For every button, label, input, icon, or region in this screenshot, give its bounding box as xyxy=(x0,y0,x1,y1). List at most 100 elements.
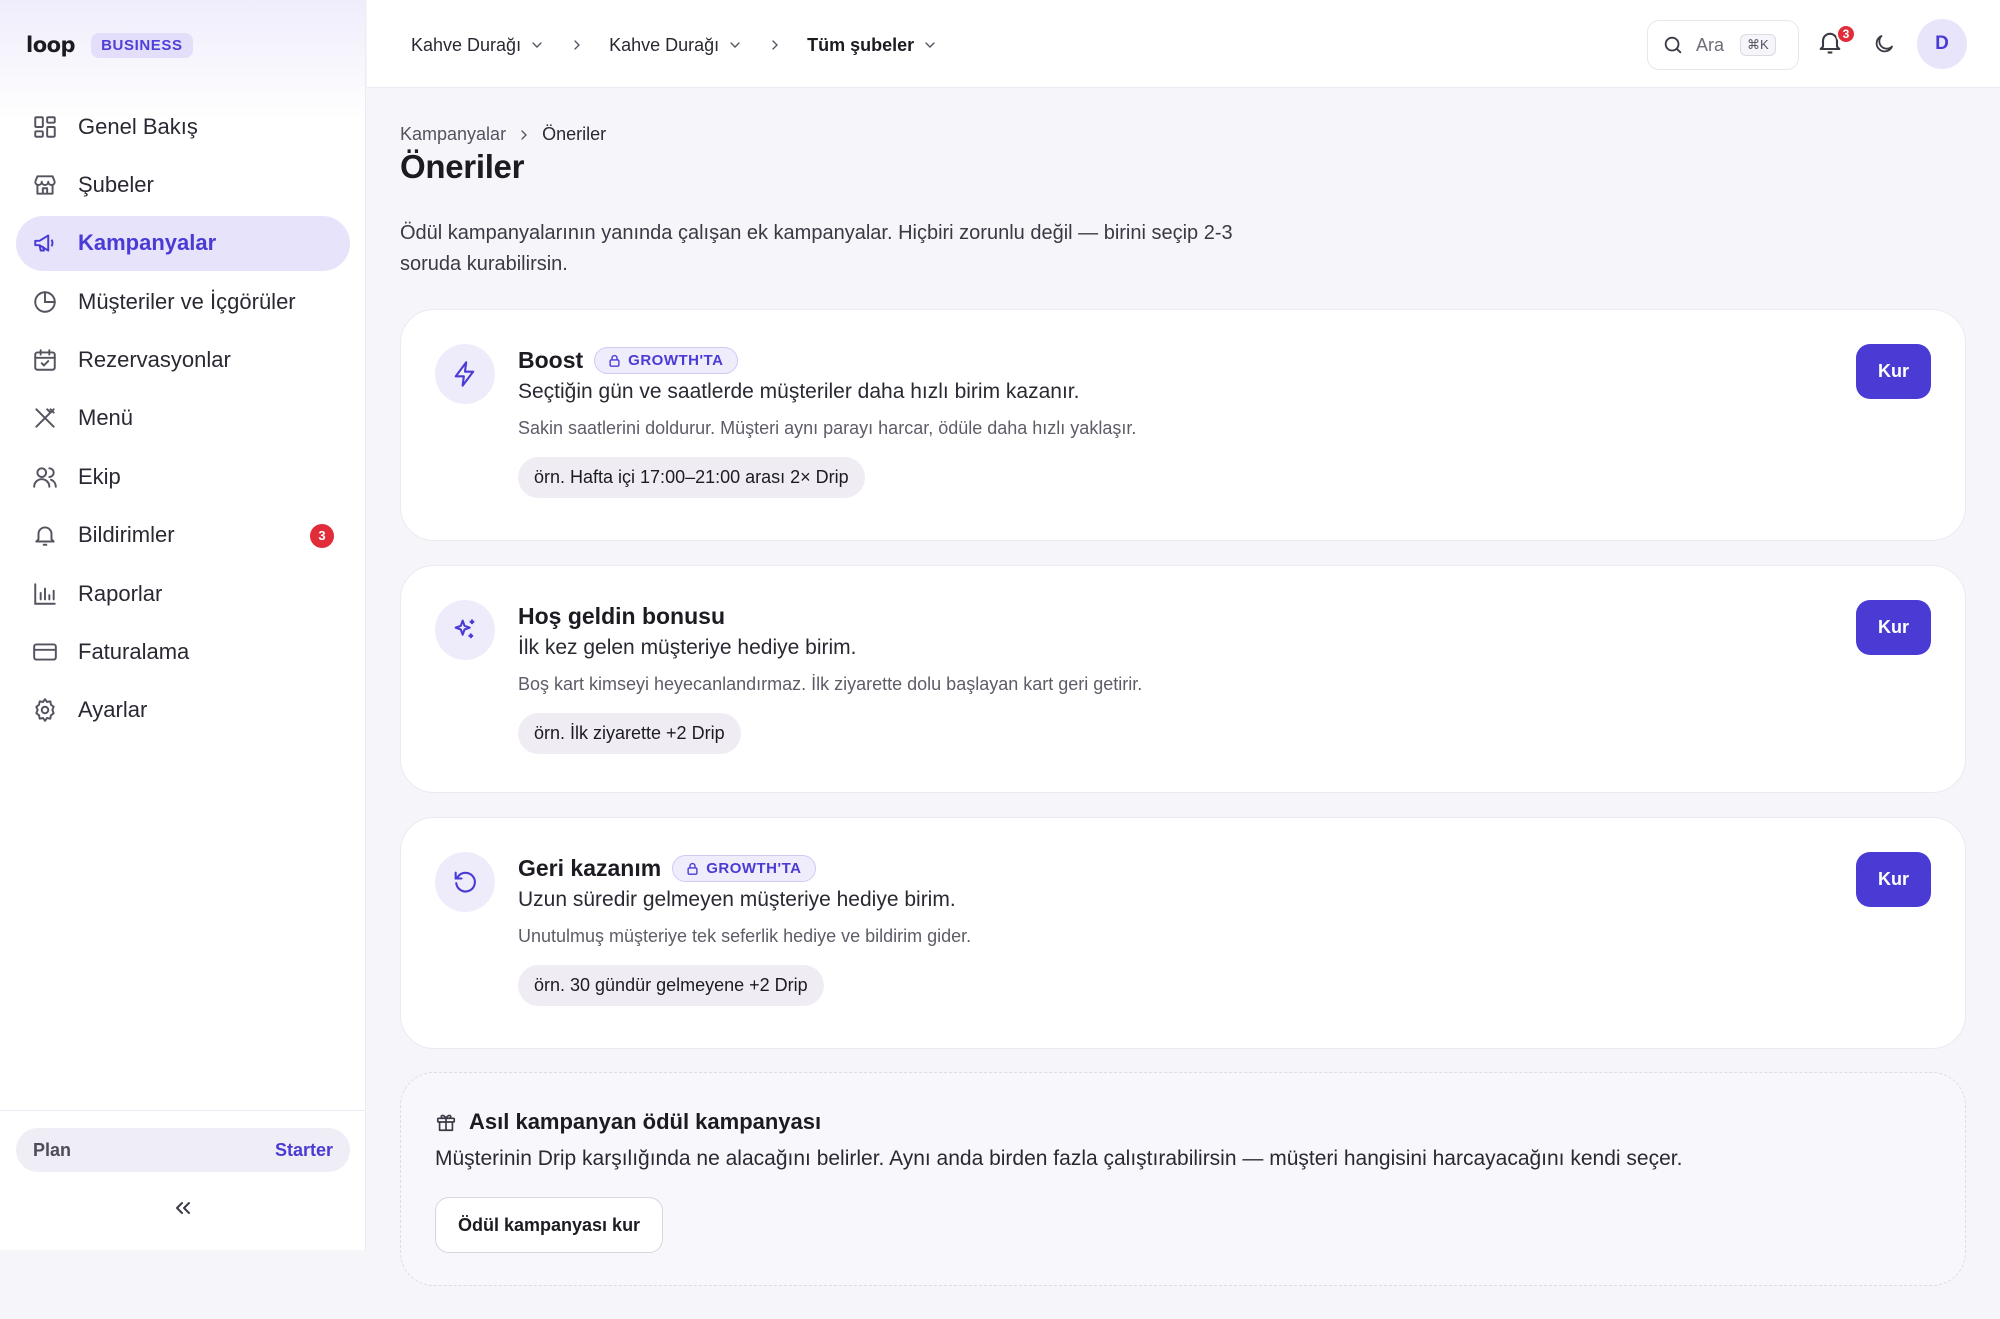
credit-card-icon xyxy=(32,639,58,665)
gear-icon xyxy=(32,697,58,723)
search-placeholder: Ara xyxy=(1696,34,1725,55)
breadcrumb-current: Öneriler xyxy=(542,124,607,144)
sidebar-item-faturalama[interactable]: Faturalama xyxy=(16,625,350,680)
sidebar-item-label: Faturalama xyxy=(78,639,190,665)
sidebar-item-genel-bakis[interactable]: Genel Bakış xyxy=(16,99,350,154)
theme-toggle-button[interactable] xyxy=(1872,32,1898,58)
breadcrumb-link-kampanyalar[interactable]: Kampanyalar xyxy=(400,124,506,145)
brand-selector[interactable]: Kahve Durağı xyxy=(411,35,545,56)
plan-tier-badge: BUSINESS xyxy=(91,32,193,58)
search-input[interactable]: Ara ⌘K xyxy=(1647,20,1799,70)
search-shortcut: ⌘K xyxy=(1740,34,1776,56)
sidebar-item-subeler[interactable]: Şubeler xyxy=(16,157,350,212)
notification-count-badge: 3 xyxy=(310,523,334,548)
card-note: Unutulmuş müşteriye tek seferlik hediye … xyxy=(518,926,972,946)
calendar-icon xyxy=(32,347,58,373)
plan-label: Plan xyxy=(33,1139,72,1160)
growth-plan-badge-label: GROWTH'TA xyxy=(706,859,802,877)
plan-indicator[interactable]: Plan Starter xyxy=(16,1128,350,1172)
sidebar-item-label: Genel Bakış xyxy=(78,113,198,139)
reward-title: Asıl kampanyan ödül kampanyası xyxy=(469,1109,822,1134)
card-note: Boş kart kimseyi heyecanlandırmaz. İlk z… xyxy=(518,674,1143,694)
chevron-down-icon xyxy=(925,42,935,48)
brand[interactable]: loop BUSINESS xyxy=(26,30,193,60)
chevron-right-icon xyxy=(521,129,528,140)
card-subtitle: İlk kez gelen müşteriye hediye birim. xyxy=(518,636,857,659)
lock-icon xyxy=(609,354,620,367)
growth-plan-badge: GROWTH'TA xyxy=(594,346,739,374)
card-subtitle: Seçtiğin gün ve saatlerde müşteriler dah… xyxy=(518,380,1080,403)
chevron-down-icon xyxy=(532,42,542,48)
notification-count-badge: 3 xyxy=(1836,24,1856,44)
growth-plan-badge: GROWTH'TA xyxy=(672,854,817,882)
sidebar-item-label: Ayarlar xyxy=(78,697,148,723)
card-title: Hoş geldin bonusu xyxy=(518,602,725,629)
sidebar-item-rezervasyonlar[interactable]: Rezervasyonlar xyxy=(16,333,350,388)
context-breadcrumb: Kahve Durağı Kahve Durağı Tüm şubeler xyxy=(411,30,938,60)
pie-chart-icon xyxy=(32,289,58,315)
sidebar-item-label: Rezervasyonlar xyxy=(78,347,231,373)
example-pill: örn. 30 gündür gelmeyene +2 Drip xyxy=(518,965,824,1006)
card-body: Boost GROWTH'TA Seçtiğin gün ve saatlerd… xyxy=(518,344,1718,498)
page-description: Ödül kampanyalarının yanında çalışan ek … xyxy=(400,222,1233,275)
users-icon xyxy=(32,464,58,490)
branch-selector-label: Tüm şubeler xyxy=(807,34,915,55)
card-body: Hoş geldin bonusu İlk kez gelen müşteriy… xyxy=(518,600,1718,754)
sidebar-item-menu[interactable]: Menü xyxy=(16,391,350,446)
sidebar-divider xyxy=(0,1110,366,1111)
collapse-sidebar-button[interactable] xyxy=(163,1192,203,1224)
chevron-right-icon xyxy=(767,37,783,53)
layout-grid-icon xyxy=(32,114,58,140)
chevrons-left-icon xyxy=(176,1202,190,1214)
topbar: Kahve Durağı Kahve Durağı Tüm şubeler Ar… xyxy=(367,0,2000,88)
card-title: Geri kazanım xyxy=(518,854,662,881)
megaphone-icon xyxy=(32,230,58,256)
sidebar-item-label: Bildirimler xyxy=(78,522,175,548)
branch-selector[interactable]: Tüm şubeler xyxy=(807,35,938,56)
brand-logo: loop xyxy=(26,33,76,57)
brand-selector-label: Kahve Durağı xyxy=(411,34,522,55)
reward-description: Müşterinin Drip karşılığında ne alacağın… xyxy=(435,1147,1683,1170)
setup-reward-campaign-button[interactable]: Ödül kampanyası kur xyxy=(435,1197,664,1253)
plan-value: Starter xyxy=(274,1139,333,1160)
bar-chart-icon xyxy=(32,581,58,607)
card-body: Geri kazanım GROWTH'TA Uzun süredir gelm… xyxy=(518,852,1718,1006)
bell-icon xyxy=(32,522,58,548)
notifications-button[interactable]: 3 xyxy=(1816,24,1856,60)
sidebar-item-ekip[interactable]: Ekip xyxy=(16,449,350,504)
card-title: Boost xyxy=(518,346,584,373)
sidebar-item-musteriler[interactable]: Müşteriler ve İçgörüler xyxy=(16,274,350,329)
sidebar-item-label: Şubeler xyxy=(78,171,154,197)
sidebar-item-kampanyalar[interactable]: Kampanyalar xyxy=(16,215,350,271)
lightning-icon xyxy=(435,344,495,404)
setup-welcome-bonus-button[interactable]: Kur xyxy=(1856,600,1931,655)
sidebar-item-raporlar[interactable]: Raporlar xyxy=(16,566,350,621)
sidebar-item-label: Ekip xyxy=(78,463,121,489)
sidebar: loop BUSINESS Genel Bakış Şubeler Kampan… xyxy=(0,0,366,1250)
campaign-card-welcome-bonus: Hoş geldin bonusu İlk kez gelen müşteriy… xyxy=(400,565,1966,793)
avatar[interactable]: D xyxy=(1917,19,1967,69)
setup-boost-button[interactable]: Kur xyxy=(1856,344,1931,399)
example-pill: örn. Hafta içi 17:00–21:00 arası 2× Drip xyxy=(518,457,865,498)
campaign-card-boost: Boost GROWTH'TA Seçtiğin gün ve saatlerd… xyxy=(400,309,1966,541)
business-selector[interactable]: Kahve Durağı xyxy=(609,35,743,56)
campaign-card-winback: Geri kazanım GROWTH'TA Uzun süredir gelm… xyxy=(400,817,1966,1049)
business-selector-label: Kahve Durağı xyxy=(609,34,720,55)
example-pill: örn. İlk ziyarette +2 Drip xyxy=(518,713,741,754)
sidebar-nav: Genel Bakış Şubeler Kampanyalar Müşteril… xyxy=(16,99,350,741)
page-title: Öneriler xyxy=(400,148,525,185)
sidebar-item-bildirimler[interactable]: Bildirimler 3 xyxy=(16,508,350,563)
utensils-icon xyxy=(32,405,58,431)
sparkles-icon xyxy=(435,600,495,660)
reward-campaign-callout: Asıl kampanyan ödül kampanyası Müşterini… xyxy=(400,1072,1966,1286)
setup-winback-button[interactable]: Kur xyxy=(1856,852,1931,907)
card-subtitle: Uzun süredir gelmeyen müşteriye hediye b… xyxy=(518,888,956,911)
search-icon xyxy=(1664,36,1682,54)
gift-icon xyxy=(436,1114,456,1132)
moon-icon xyxy=(1875,35,1893,53)
rotate-ccw-icon xyxy=(435,852,495,912)
sidebar-item-ayarlar[interactable]: Ayarlar xyxy=(16,683,350,738)
sidebar-item-label: Kampanyalar xyxy=(78,230,217,256)
sidebar-item-label: Menü xyxy=(78,405,134,431)
chevron-down-icon xyxy=(730,42,740,48)
